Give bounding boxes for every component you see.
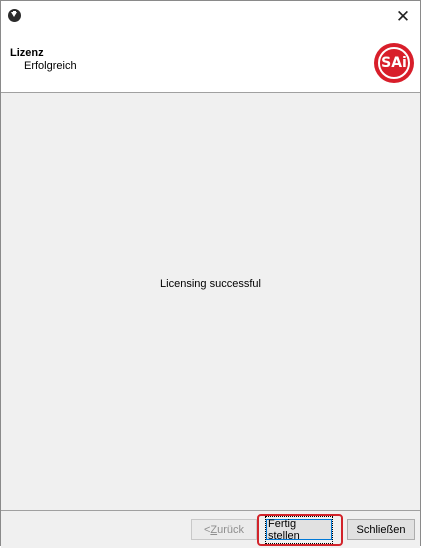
- sai-logo-icon: SAi: [374, 43, 414, 83]
- close-button[interactable]: Schließen: [347, 519, 415, 540]
- close-button-label: Schließen: [356, 523, 406, 536]
- back-label-rest: urück: [217, 523, 245, 536]
- finish-button-label: Fertig stellen: [265, 515, 333, 544]
- finish-button[interactable]: Fertig stellen: [265, 515, 333, 544]
- page-subtitle: Erfolgreich: [24, 60, 77, 72]
- close-window-button[interactable]: ✕: [386, 1, 420, 32]
- status-message: Licensing successful: [160, 278, 261, 290]
- back-button[interactable]: < Zurück: [191, 519, 257, 540]
- download-circle-icon: [8, 9, 21, 22]
- logo-text: SAi: [378, 47, 410, 79]
- button-bar: < Zurück Fertig stellen Schließen: [1, 510, 420, 548]
- back-label-accelerator: Z: [210, 523, 218, 536]
- wizard-content: Licensing successful: [1, 93, 420, 510]
- wizard-header: Lizenz Erfolgreich SAi: [1, 32, 420, 93]
- wizard-window: ✕ Lizenz Erfolgreich SAi Licensing succe…: [0, 0, 421, 548]
- page-title: Lizenz: [10, 47, 44, 59]
- title-bar: ✕: [1, 1, 420, 32]
